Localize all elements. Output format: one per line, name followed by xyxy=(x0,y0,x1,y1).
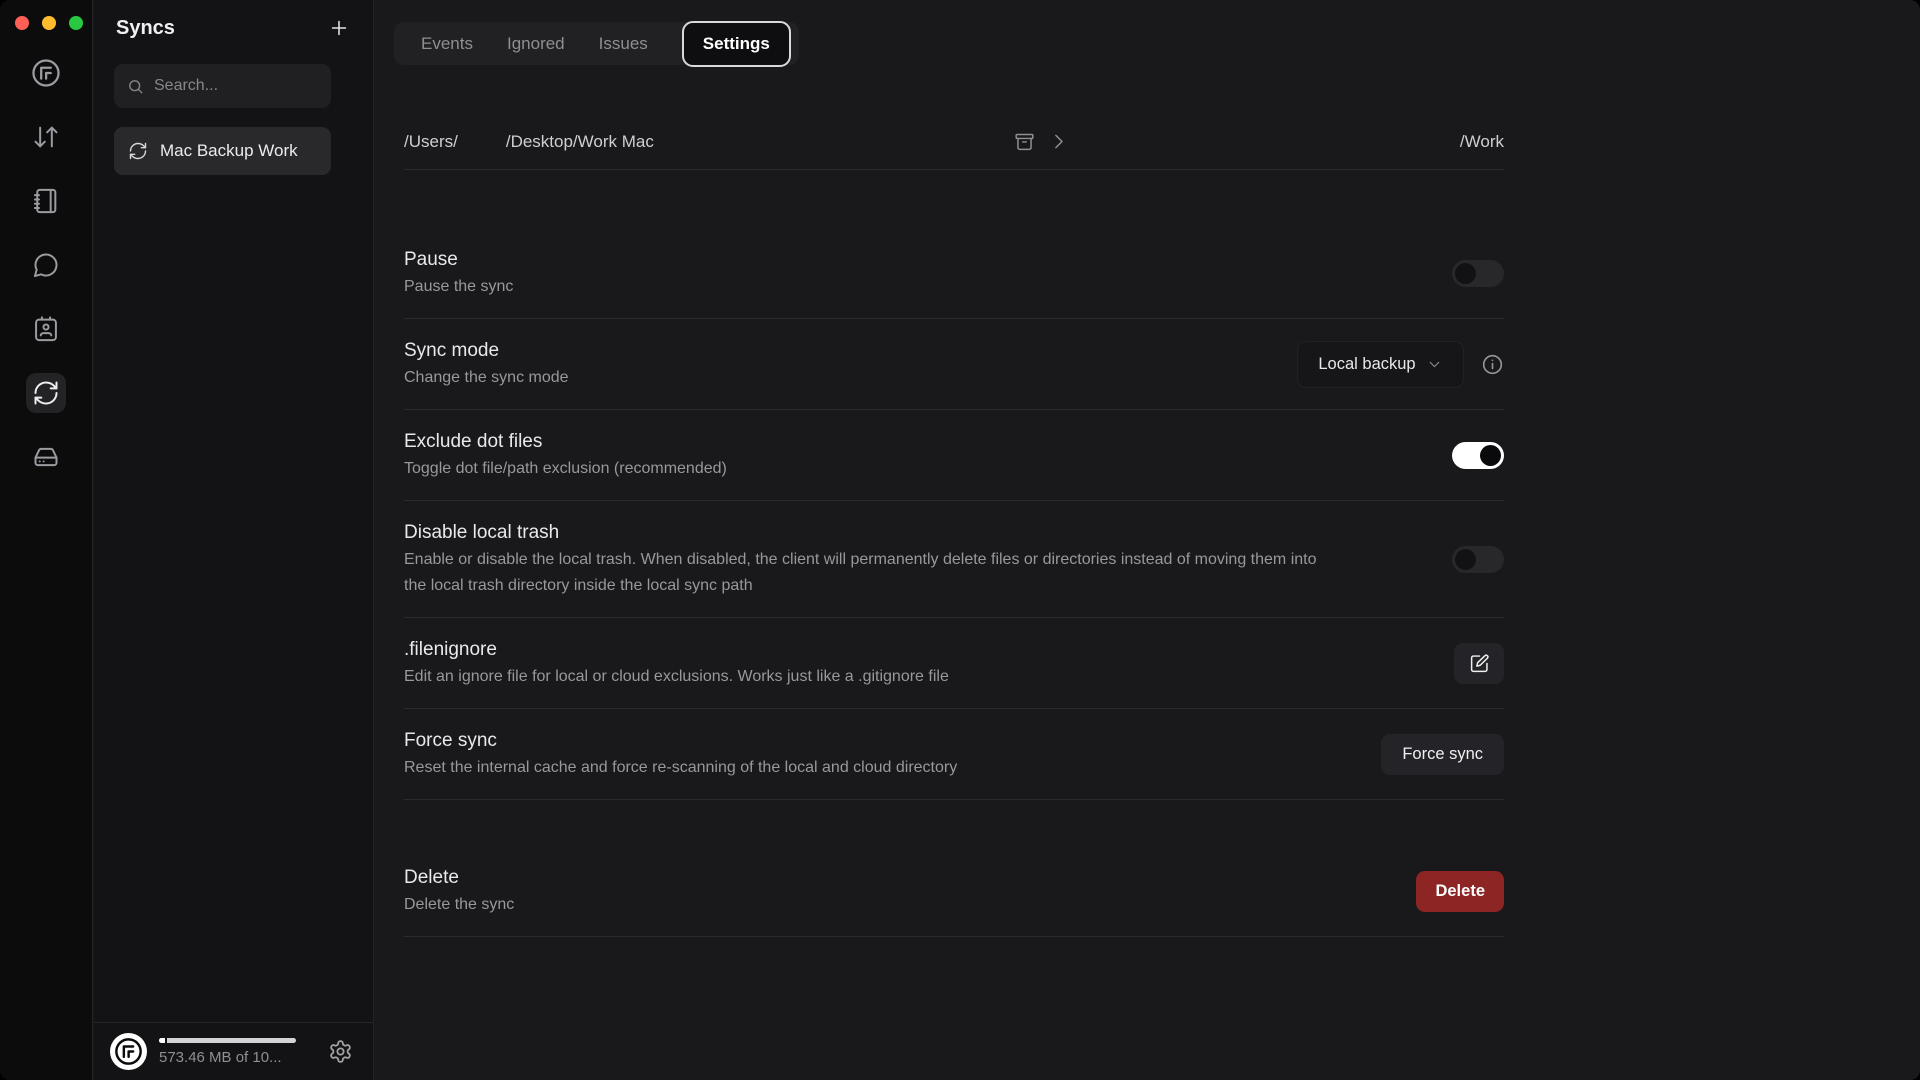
sync-mode-value: Local backup xyxy=(1318,355,1415,374)
minimize-window-button[interactable] xyxy=(42,16,56,30)
setting-title: Force sync xyxy=(404,727,957,755)
setting-title: .filenignore xyxy=(404,636,949,664)
exclude-dot-files-toggle[interactable] xyxy=(1452,442,1504,469)
remote-path: /Work xyxy=(1460,132,1504,152)
notes-icon[interactable] xyxy=(26,181,66,221)
tab-settings[interactable]: Settings xyxy=(682,21,791,67)
contacts-icon[interactable] xyxy=(26,309,66,349)
settings-list: Pause Pause the sync Sync mode Change th… xyxy=(404,228,1504,937)
filen-logo-icon[interactable] xyxy=(26,53,66,93)
sidebar-header: Syncs xyxy=(116,14,353,42)
window-controls xyxy=(15,16,83,30)
storage-usage: 573.46 MB of 10... xyxy=(159,1038,296,1066)
main-panel: Events Ignored Issues Settings /Users/ /… xyxy=(375,0,1920,1080)
setting-row-sync-mode: Sync mode Change the sync mode Local bac… xyxy=(404,319,1504,410)
chat-icon[interactable] xyxy=(26,245,66,285)
tab-issues[interactable]: Issues xyxy=(599,34,648,54)
avatar[interactable] xyxy=(110,1033,147,1070)
icon-rail xyxy=(0,0,93,1080)
tab-bar: Events Ignored Issues Settings xyxy=(394,22,799,65)
sidebar-item-mac-backup-work[interactable]: Mac Backup Work xyxy=(114,127,331,175)
tab-events[interactable]: Events xyxy=(421,34,473,54)
setting-row-filenignore: .filenignore Edit an ignore file for loc… xyxy=(404,618,1504,709)
plus-icon xyxy=(328,17,350,39)
chevron-right-icon xyxy=(1048,131,1069,152)
setting-row-exclude-dot-files: Exclude dot files Toggle dot file/path e… xyxy=(404,410,1504,501)
setting-row-delete: Delete Delete the sync Delete xyxy=(404,846,1504,937)
zoom-window-button[interactable] xyxy=(69,16,83,30)
rail-nav xyxy=(0,53,91,477)
local-path-prefix: /Users/ xyxy=(404,132,458,152)
sync-mode-dropdown[interactable]: Local backup xyxy=(1297,341,1464,388)
setting-row-disable-local-trash: Disable local trash Enable or disable th… xyxy=(404,501,1504,618)
chevron-down-icon xyxy=(1426,356,1443,373)
syncs-icon[interactable] xyxy=(26,373,66,413)
force-sync-button[interactable]: Force sync xyxy=(1381,734,1504,775)
filen-logo-icon xyxy=(113,1036,144,1067)
setting-title: Pause xyxy=(404,246,513,274)
sidebar: Syncs Mac Backup Work 573.46 MB of 10... xyxy=(94,0,374,1080)
add-sync-button[interactable] xyxy=(325,14,353,42)
local-path: /Desktop/Work Mac xyxy=(506,132,654,152)
transfers-icon[interactable] xyxy=(26,117,66,157)
setting-desc: Change the sync mode xyxy=(404,365,569,391)
setting-title: Sync mode xyxy=(404,337,569,365)
storage-progress-fill xyxy=(159,1038,167,1043)
settings-gear-button[interactable] xyxy=(328,1039,353,1064)
setting-title: Disable local trash xyxy=(404,519,1334,547)
setting-desc: Pause the sync xyxy=(404,274,513,300)
pause-toggle[interactable] xyxy=(1452,260,1504,287)
sync-item-label: Mac Backup Work xyxy=(160,141,298,161)
setting-row-force-sync: Force sync Reset the internal cache and … xyxy=(404,709,1504,800)
search-input[interactable] xyxy=(154,77,319,95)
search-icon xyxy=(126,77,145,96)
archive-box-icon[interactable] xyxy=(1014,131,1035,152)
info-icon xyxy=(1481,353,1504,376)
setting-title: Exclude dot files xyxy=(404,428,727,456)
setting-desc: Toggle dot file/path exclusion (recommen… xyxy=(404,456,727,482)
sync-icon xyxy=(128,141,148,161)
setting-desc: Enable or disable the local trash. When … xyxy=(404,547,1334,599)
tab-ignored[interactable]: Ignored xyxy=(507,34,565,54)
delete-sync-button[interactable]: Delete xyxy=(1416,871,1504,912)
sidebar-footer: 573.46 MB of 10... xyxy=(94,1022,373,1080)
sync-path-bar: /Users/ /Desktop/Work Mac /Work xyxy=(404,114,1504,170)
drive-icon[interactable] xyxy=(26,437,66,477)
disable-local-trash-toggle[interactable] xyxy=(1452,546,1504,573)
setting-desc: Edit an ignore file for local or cloud e… xyxy=(404,664,949,690)
edit-icon xyxy=(1469,653,1490,674)
setting-title: Delete xyxy=(404,864,514,892)
setting-row-pause: Pause Pause the sync xyxy=(404,228,1504,319)
setting-desc: Reset the internal cache and force re-sc… xyxy=(404,755,957,781)
gear-icon xyxy=(328,1039,353,1064)
sync-mode-info-button[interactable] xyxy=(1481,353,1504,376)
sidebar-title: Syncs xyxy=(116,17,175,40)
setting-desc: Delete the sync xyxy=(404,892,514,918)
storage-progress-bar xyxy=(159,1038,296,1043)
close-window-button[interactable] xyxy=(15,16,29,30)
edit-filenignore-button[interactable] xyxy=(1454,643,1504,684)
app-window: Syncs Mac Backup Work 573.46 MB of 10... xyxy=(0,0,1920,1080)
search-box xyxy=(114,64,331,108)
storage-text: 573.46 MB of 10... xyxy=(159,1049,296,1066)
